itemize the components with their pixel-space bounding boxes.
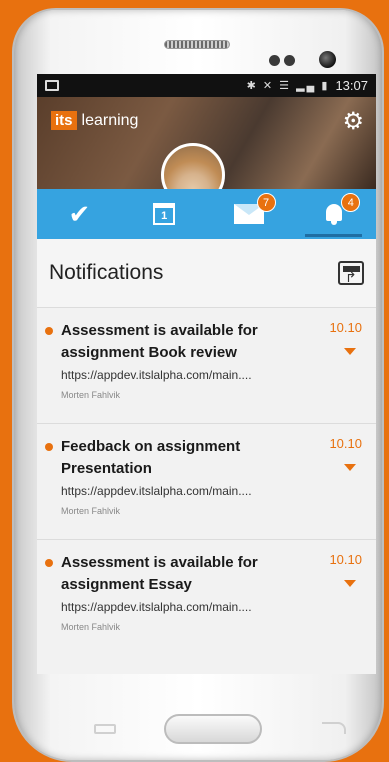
list-item[interactable]: Feedback on assignment Presentation 10.1… [37,423,376,539]
unread-dot [45,327,53,335]
notification-author: Morten Fahlvik [61,622,121,632]
notification-author: Morten Fahlvik [61,390,121,400]
tab-messages[interactable]: 7 [207,189,292,239]
app-screen: ✱ ✕ ☰ ▂▄ ▮ 13:07 its learning ⚙ ✔ 1 7 4 … [37,74,376,674]
list-item[interactable]: Assessment is available for assignment E… [37,539,376,655]
notification-date: 10.10 [329,436,362,451]
screenshot-icon [45,80,59,91]
notification-date: 10.10 [329,552,362,567]
home-button[interactable] [164,714,262,744]
notification-list: Assessment is available for assignment B… [37,307,376,655]
expand-arrow-icon[interactable] [344,348,356,355]
tab-calendar[interactable]: 1 [122,189,207,239]
notifications-badge: 4 [341,193,361,212]
app-logo: its learning [51,111,138,130]
calendar-icon: 1 [153,203,176,225]
notifications-header: Notifications [37,239,376,307]
unread-dot [45,559,53,567]
checkmark-icon: ✔ [68,199,91,229]
notification-author: Morten Fahlvik [61,506,121,516]
logo-text: learning [81,111,139,129]
tab-bar: ✔ 1 7 4 [37,189,376,239]
status-time: 13:07 [335,78,368,93]
proximity-sensor [269,55,280,66]
logo-box: its [51,111,77,130]
gear-icon[interactable]: ⚙ [342,107,364,136]
back-key[interactable] [322,722,346,734]
notification-link[interactable]: https://appdev.itslalpha.com/main.... [61,600,321,614]
status-bar: ✱ ✕ ☰ ▂▄ ▮ 13:07 [37,74,376,97]
notification-title: Assessment is available for assignment B… [61,322,258,361]
notification-link[interactable]: https://appdev.itslalpha.com/main.... [61,484,321,498]
notification-title: Feedback on assignment Presentation [61,438,241,477]
speaker-grille [164,40,230,49]
share-icon[interactable] [338,261,364,286]
tab-notifications[interactable]: 4 [291,189,376,239]
tab-tasks[interactable]: ✔ [37,189,122,239]
expand-arrow-icon[interactable] [344,464,356,471]
front-camera [319,51,336,68]
light-sensor [284,55,295,66]
unread-dot [45,443,53,451]
notification-link[interactable]: https://appdev.itslalpha.com/main.... [61,368,321,382]
menu-key[interactable] [94,724,116,734]
list-item[interactable]: Assessment is available for assignment B… [37,307,376,423]
messages-badge: 7 [256,193,276,212]
page-title: Notifications [49,261,164,284]
profile-banner: its learning ⚙ [37,97,376,207]
notification-date: 10.10 [329,320,362,335]
notification-title: Assessment is available for assignment E… [61,554,258,593]
expand-arrow-icon[interactable] [344,580,356,587]
status-icons: ✱ ✕ ☰ ▂▄ ▮ [246,80,330,92]
